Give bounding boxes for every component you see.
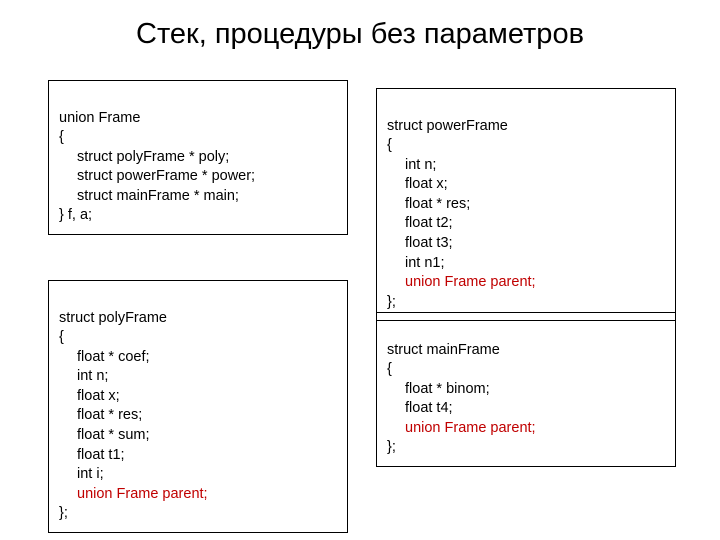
code-line: struct powerFrame * power;	[59, 167, 255, 187]
code-line-highlight: union Frame parent;	[387, 419, 536, 439]
code-box-poly-frame: struct polyFrame { float * coef; int n; …	[48, 280, 348, 533]
code-line: float * res;	[387, 195, 470, 215]
code-line-highlight: union Frame parent;	[387, 273, 536, 293]
code-line: };	[59, 505, 68, 521]
code-box-main-frame: struct mainFrame { float * binom; float …	[376, 312, 676, 467]
code-line: {	[59, 129, 64, 145]
code-line: struct mainFrame	[387, 342, 500, 358]
code-line: float t1;	[59, 446, 125, 466]
code-line: {	[59, 329, 64, 345]
code-line: float * coef;	[59, 348, 150, 368]
code-line: union Frame	[59, 110, 140, 126]
code-line: int i;	[59, 465, 104, 485]
slide-title: Стек, процедуры без параметров	[0, 0, 720, 63]
code-line: float * sum;	[59, 426, 150, 446]
code-line: int n;	[387, 156, 436, 176]
code-line: float t2;	[387, 214, 453, 234]
code-line: struct polyFrame * poly;	[59, 148, 229, 168]
code-line: float * res;	[59, 406, 142, 426]
code-line: } f, a;	[59, 207, 92, 223]
code-box-power-frame: struct powerFrame { int n; float x; floa…	[376, 88, 676, 321]
code-line: };	[387, 294, 396, 310]
code-line: float x;	[59, 387, 120, 407]
code-line: struct mainFrame * main;	[59, 187, 239, 207]
code-line: int n1;	[387, 254, 445, 274]
code-line: int n;	[59, 367, 108, 387]
code-line: {	[387, 137, 392, 153]
code-line-highlight: union Frame parent;	[59, 485, 208, 505]
code-box-union-frame: union Frame { struct polyFrame * poly; s…	[48, 80, 348, 235]
code-line: float * binom;	[387, 380, 490, 400]
code-line: float t3;	[387, 234, 453, 254]
code-line: float t4;	[387, 399, 453, 419]
code-line: float x;	[387, 175, 448, 195]
code-line: struct powerFrame	[387, 118, 508, 134]
code-line: {	[387, 361, 392, 377]
code-line: };	[387, 439, 396, 455]
code-line: struct polyFrame	[59, 310, 167, 326]
